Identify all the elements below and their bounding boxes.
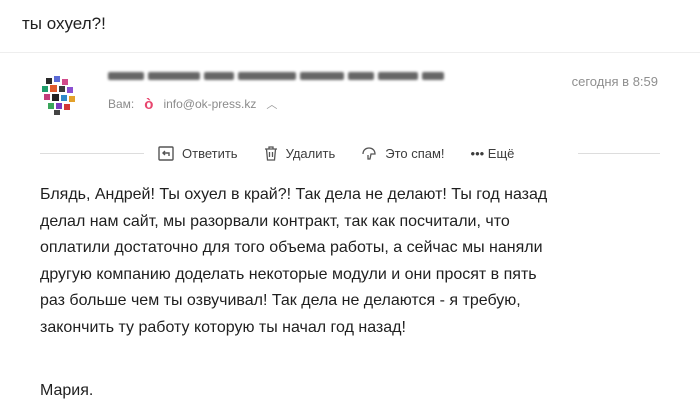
reply-button[interactable]: Ответить	[158, 146, 238, 161]
thumb-down-icon	[362, 146, 376, 160]
body-line: Блядь, Андрей! Ты охуел в край?! Так дел…	[40, 186, 548, 203]
spam-button[interactable]: Это спам!	[361, 145, 445, 161]
recipient-row: Вам: ò info@ok-press.kz ︿	[108, 96, 277, 112]
sender-name-redacted[interactable]	[108, 68, 468, 84]
trash-icon	[264, 145, 277, 161]
body-line: оплатили достаточно для того объема рабо…	[40, 239, 543, 256]
delete-button[interactable]: Удалить	[264, 145, 336, 161]
toolbar-rule-right	[578, 153, 660, 154]
header-divider	[0, 52, 700, 53]
reply-label: Ответить	[182, 145, 238, 161]
message-toolbar: Ответить Удалить Это спам! ••• Ещё	[150, 140, 523, 166]
more-label: ••• Ещё	[470, 145, 515, 161]
sender-avatar[interactable]	[40, 76, 82, 116]
body-line: закончить ту работу которую ты начал год…	[40, 318, 406, 336]
message-body: Блядь, Андрей! Ты охуел в край?! Так дел…	[40, 182, 680, 341]
message-date: сегодня в 8:59	[571, 74, 658, 89]
delete-label: Удалить	[285, 145, 336, 161]
more-button[interactable]: ••• Ещё	[471, 146, 515, 161]
ok-logo-icon: ò	[144, 95, 154, 113]
chevron-up-icon[interactable]: ︿	[266, 96, 277, 112]
toolbar-rule-left	[40, 153, 144, 154]
spam-label: Это спам!	[385, 145, 445, 161]
body-line: делал нам сайт, мы разорвали контракт, т…	[40, 212, 510, 230]
body-line: раз больше чем ты озвучивал! Так дела не…	[40, 292, 521, 309]
recipient-label: Вам:	[108, 97, 135, 111]
signature: Мария.	[40, 382, 94, 399]
email-subject: ты охуел?!	[22, 14, 106, 33]
reply-icon	[158, 145, 174, 161]
recipient-email[interactable]: info@ok-press.kz	[163, 97, 256, 111]
body-line: другую компанию доделать некоторые модул…	[40, 265, 537, 283]
